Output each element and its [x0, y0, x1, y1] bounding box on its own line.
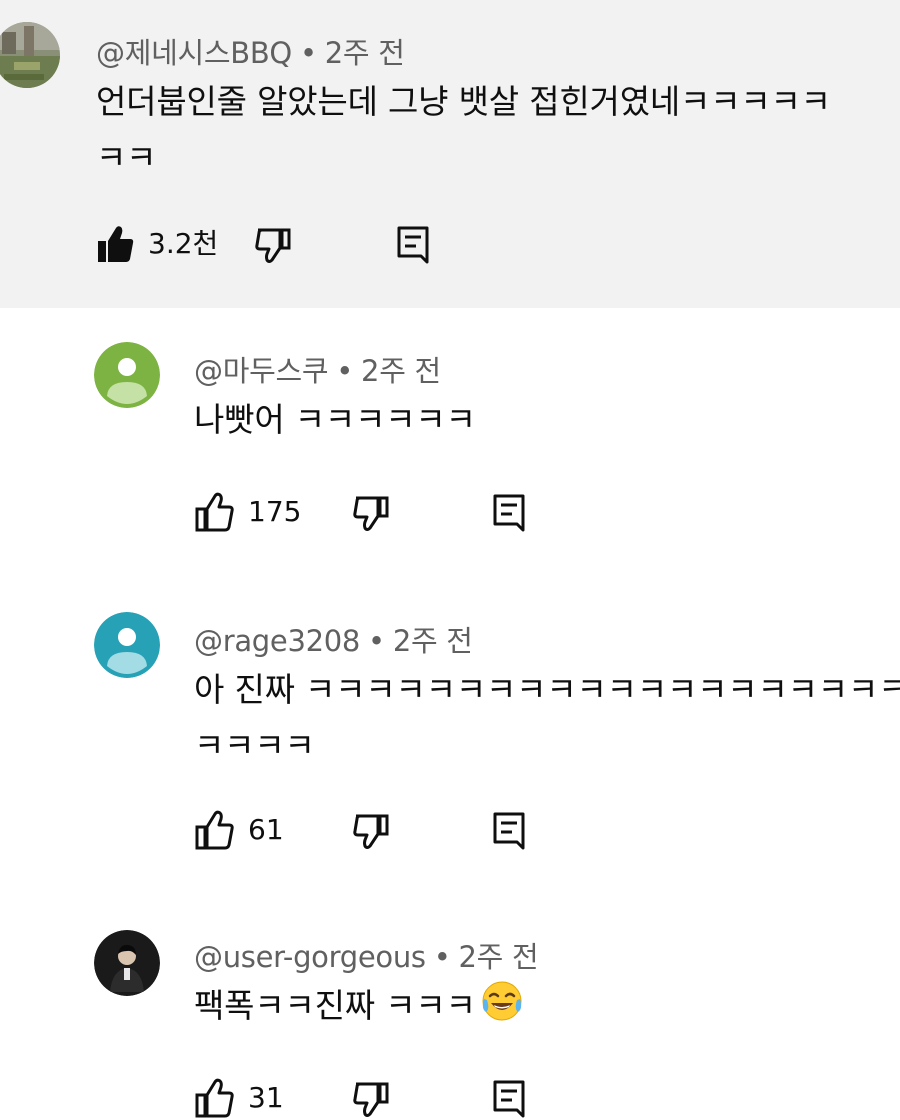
reply-comment: @user-gorgeous • 2주 전 팩폭ㅋㅋ진짜 ㅋㅋㅋ 31	[0, 898, 900, 1118]
author-name[interactable]: @제네시스BBQ	[96, 36, 292, 70]
comment-meta: @제네시스BBQ • 2주 전	[96, 30, 405, 72]
avatar-photo[interactable]	[94, 930, 160, 996]
reply-icon[interactable]	[490, 1076, 530, 1120]
comment-actions: 31	[194, 1076, 534, 1120]
comment-highlighted: @제네시스BBQ • 2주 전 언더붑인줄 알았는데 그냥 뱃살 접힌거였네ㅋㅋㅋㅋ…	[0, 0, 900, 308]
comment-time: 2주 전	[324, 36, 405, 70]
comment-text-line: 나빳어 ㅋㅋㅋㅋㅋㅋ	[194, 400, 476, 439]
comment-actions: 175	[194, 490, 534, 534]
comment-time: 2주 전	[361, 354, 441, 388]
comment-text: 아 진짜 ㅋㅋㅋㅋㅋㅋㅋㅋㅋㅋㅋㅋㅋㅋㅋㅋㅋㅋㅋㅋㅋ ㅋㅋㅋㅋ	[194, 662, 900, 774]
comment-text: 나빳어 ㅋㅋㅋㅋㅋㅋ	[194, 392, 476, 448]
comment-text: 팩폭ㅋㅋ진짜 ㅋㅋㅋ	[194, 978, 524, 1034]
like-count: 175	[248, 495, 302, 528]
reply-icon[interactable]	[394, 222, 434, 266]
thumb-down-icon[interactable]	[252, 222, 294, 266]
comment-text-line: ㅋㅋㅋㅋ	[194, 726, 315, 765]
comment-meta: @마두스쿠 • 2주 전	[194, 348, 441, 390]
author-name[interactable]: @rage3208	[194, 624, 360, 658]
like-count: 61	[248, 813, 284, 846]
like-count: 3.2천	[148, 227, 219, 260]
comment-meta: @rage3208 • 2주 전	[194, 618, 473, 660]
thumb-up-icon[interactable]	[194, 1076, 236, 1120]
meta-separator: •	[336, 354, 354, 388]
default-avatar-icon[interactable]	[94, 612, 160, 678]
reply-comment: @rage3208 • 2주 전 아 진짜 ㅋㅋㅋㅋㅋㅋㅋㅋㅋㅋㅋㅋㅋㅋㅋㅋㅋㅋㅋㅋ…	[0, 578, 900, 898]
comment-text: 언더붑인줄 알았는데 그냥 뱃살 접힌거였네ㅋㅋㅋㅋㅋ ㅋㅋ	[96, 74, 831, 186]
thumb-up-icon[interactable]	[194, 490, 236, 534]
thumb-down-icon[interactable]	[350, 808, 392, 852]
thumb-down-icon[interactable]	[350, 490, 392, 534]
like-count: 31	[248, 1081, 284, 1114]
comment-actions: 3.2천	[96, 222, 456, 266]
comment-text-line: 언더붑인줄 알았는데 그냥 뱃살 접힌거였네ㅋㅋㅋㅋㅋ	[96, 82, 831, 121]
comment-text-line: 팩폭ㅋㅋ진짜 ㅋㅋㅋ	[194, 978, 524, 1034]
comment-text-line: 아 진짜 ㅋㅋㅋㅋㅋㅋㅋㅋㅋㅋㅋㅋㅋㅋㅋㅋㅋㅋㅋㅋㅋ	[194, 670, 900, 709]
thumb-up-icon[interactable]	[96, 222, 136, 266]
meta-separator: •	[299, 36, 317, 70]
comment-text-line: ㅋㅋ	[96, 138, 157, 177]
author-name[interactable]: @마두스쿠	[194, 354, 329, 388]
default-avatar-icon[interactable]	[94, 342, 160, 408]
comment-meta: @user-gorgeous • 2주 전	[194, 934, 539, 976]
avatar-photo[interactable]	[0, 22, 60, 88]
meta-separator: •	[368, 624, 385, 658]
thumb-down-icon[interactable]	[350, 1076, 392, 1120]
reply-comment: @마두스쿠 • 2주 전 나빳어 ㅋㅋㅋㅋㅋㅋ 175	[0, 308, 900, 578]
comment-time: 2주 전	[458, 940, 539, 974]
reply-icon[interactable]	[490, 490, 530, 534]
thumb-up-icon[interactable]	[194, 808, 236, 852]
comment-text-content: 팩폭ㅋㅋ진짜 ㅋㅋㅋ	[194, 986, 476, 1025]
face-with-tears-of-joy-emoji	[482, 981, 522, 1021]
reply-icon[interactable]	[490, 808, 530, 852]
comment-time: 2주 전	[392, 624, 473, 658]
comment-actions: 61	[194, 808, 534, 852]
author-name[interactable]: @user-gorgeous	[194, 940, 426, 974]
meta-separator: •	[433, 940, 451, 974]
